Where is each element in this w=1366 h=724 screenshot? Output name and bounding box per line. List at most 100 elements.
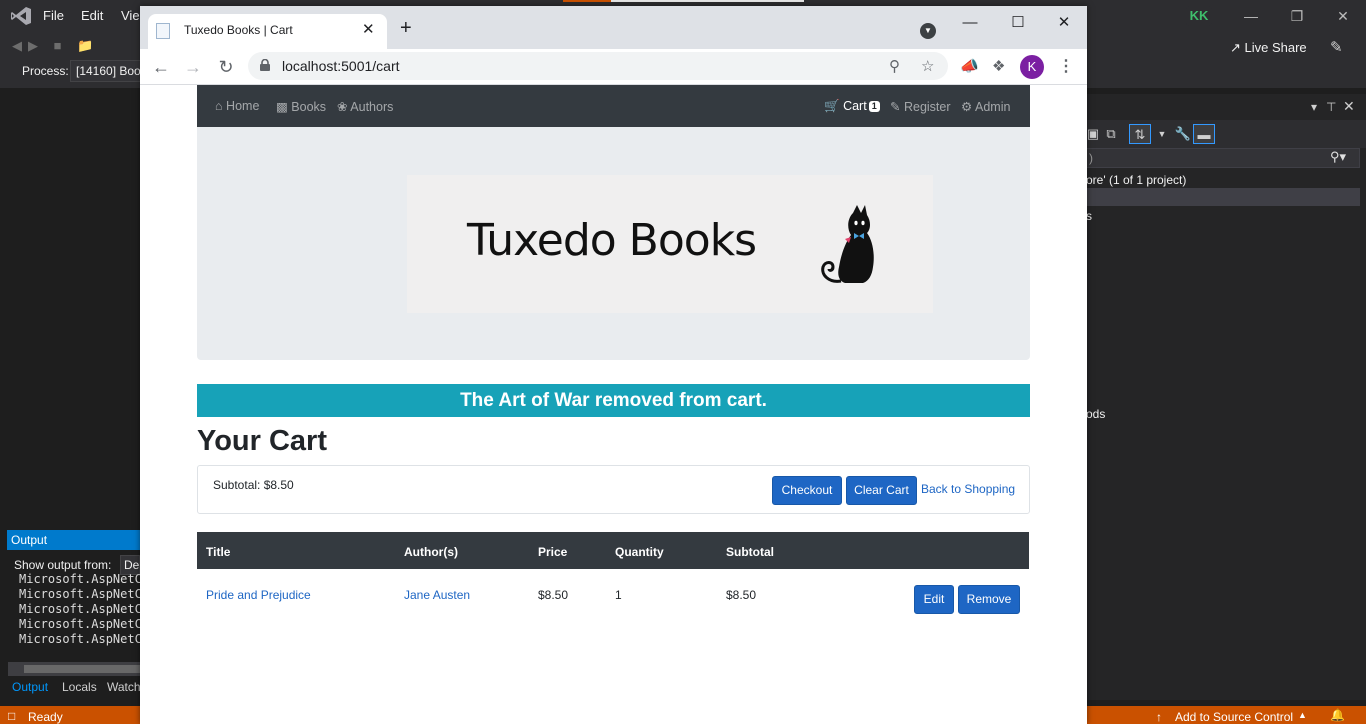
vs-output-title[interactable]: Output bbox=[7, 530, 140, 550]
chevron-down-icon[interactable]: ▼ bbox=[1151, 124, 1173, 144]
vs-process-label: Process: bbox=[22, 64, 69, 78]
vs-search-strip bbox=[611, 0, 804, 2]
search-icon[interactable]: ⚲▾ bbox=[1330, 149, 1346, 165]
nav-cart[interactable]: 🛒 Cart 1 bbox=[824, 99, 880, 114]
cart-alert: The Art of War removed from cart. bbox=[197, 384, 1030, 417]
vs-menu-view[interactable]: Vie bbox=[121, 8, 140, 23]
chevron-up-icon: ▲ bbox=[1298, 710, 1307, 720]
browser-minimize-icon[interactable]: — bbox=[955, 12, 985, 34]
reload-icon[interactable]: ↻ bbox=[214, 55, 238, 79]
cart-icon: 🛒 bbox=[824, 99, 840, 113]
forward-icon[interactable]: → bbox=[181, 55, 205, 79]
vs-solution-item[interactable]: ods bbox=[1086, 407, 1105, 421]
remove-button[interactable]: Remove bbox=[958, 585, 1020, 614]
vs-restore-icon[interactable]: ❐ bbox=[1287, 6, 1307, 26]
nav-authors[interactable]: ❀ Authors bbox=[337, 99, 393, 114]
preview-icon[interactable]: ▬ bbox=[1193, 124, 1215, 144]
tuxedo-cat-icon bbox=[821, 205, 874, 283]
nav-admin[interactable]: ⚙ Admin bbox=[961, 99, 1010, 114]
nav-admin-label: Admin bbox=[975, 100, 1011, 114]
row-subtotal: $8.50 bbox=[726, 588, 757, 602]
cart-count-badge: 1 bbox=[868, 101, 880, 112]
page-title: Your Cart bbox=[197, 425, 327, 457]
vs-live-share-button[interactable]: ↗ Live Share bbox=[1230, 40, 1307, 56]
hero-banner: Tuxedo Books bbox=[197, 127, 1030, 360]
wrench-icon[interactable]: 🔧 bbox=[1172, 124, 1194, 144]
new-tab-icon[interactable]: + bbox=[400, 17, 412, 40]
book-icon: ▩ bbox=[276, 100, 288, 114]
vs-output-line: Microsoft.AspNetC bbox=[19, 602, 140, 616]
notification-icon[interactable]: 🔔 bbox=[1330, 708, 1345, 722]
gear-icon: ⚙ bbox=[961, 100, 973, 114]
column-header-price: Price bbox=[538, 545, 568, 559]
nav-register[interactable]: ✎ Register bbox=[890, 99, 951, 114]
vs-tab-output[interactable]: Output bbox=[12, 680, 48, 694]
column-header-quantity: Quantity bbox=[615, 545, 664, 559]
table-header: Title Author(s) Price Quantity Subtotal bbox=[197, 532, 1029, 569]
vs-tab-locals[interactable]: Locals bbox=[62, 680, 97, 694]
book-title-link[interactable]: Pride and Prejudice bbox=[206, 588, 311, 602]
copy-icon[interactable]: ⧉ bbox=[1100, 124, 1122, 144]
back-to-shopping-link[interactable]: Back to Shopping bbox=[921, 482, 1015, 496]
vs-output-scroll-thumb[interactable] bbox=[24, 665, 140, 673]
extensions-puzzle-icon[interactable]: ❖ bbox=[992, 57, 1005, 75]
vs-solution-search[interactable]: ) bbox=[1086, 148, 1360, 168]
bookmark-star-icon[interactable]: ☆ bbox=[921, 57, 934, 75]
feedback-icon[interactable]: ✎ bbox=[1330, 38, 1343, 56]
cart-summary-card: Subtotal: $8.50 Checkout Clear Cart Back… bbox=[197, 465, 1030, 514]
sync-icon[interactable]: ⇅ bbox=[1129, 124, 1151, 144]
row-price: $8.50 bbox=[538, 588, 569, 602]
nav-register-label: Register bbox=[903, 100, 951, 114]
vs-solution-node[interactable]: ore' (1 of 1 project) bbox=[1086, 173, 1186, 187]
edit-icon: ✎ bbox=[890, 100, 901, 114]
megaphone-extension-icon[interactable]: 📣 bbox=[960, 57, 979, 75]
pin-icon[interactable]: ⊤ bbox=[1326, 100, 1336, 114]
browser-maximize-icon[interactable]: ☐ bbox=[1003, 12, 1033, 34]
lock-icon[interactable] bbox=[260, 59, 270, 71]
vs-add-source-control[interactable]: Add to Source Control bbox=[1175, 710, 1293, 724]
vs-close-icon[interactable]: ✕ bbox=[1333, 6, 1353, 26]
vs-tab-watch[interactable]: Watch bbox=[107, 680, 141, 694]
nav-cart-label: Cart bbox=[843, 99, 867, 113]
vs-menu-edit[interactable]: Edit bbox=[81, 8, 103, 23]
vs-menu-file[interactable]: File bbox=[43, 8, 64, 23]
zoom-icon[interactable]: ⚲ bbox=[889, 57, 900, 75]
vs-account-avatar[interactable]: KK bbox=[1186, 6, 1212, 26]
checkout-button[interactable]: Checkout bbox=[772, 476, 842, 505]
column-header-authors: Author(s) bbox=[404, 545, 458, 559]
vs-process-dropdown[interactable]: [14160] Boo bbox=[70, 60, 150, 82]
row-quantity: 1 bbox=[615, 588, 622, 602]
clear-cart-button[interactable]: Clear Cart bbox=[846, 476, 917, 505]
kebab-menu-icon[interactable]: ⋮ bbox=[1058, 56, 1074, 76]
address-url[interactable]: localhost:5001/cart bbox=[282, 58, 400, 74]
column-header-subtotal: Subtotal bbox=[726, 545, 774, 559]
nav-home[interactable]: ⌂ Home bbox=[215, 99, 259, 113]
dropdown-icon[interactable]: ▾ bbox=[1311, 100, 1317, 114]
back-icon[interactable]: ← bbox=[149, 55, 173, 79]
author-link[interactable]: Jane Austen bbox=[404, 588, 470, 602]
browser-tab-title: Tuxedo Books | Cart bbox=[184, 23, 293, 37]
vs-output-line: Microsoft.AspNetC bbox=[19, 572, 140, 586]
vs-live-share-label: Live Share bbox=[1244, 40, 1307, 55]
column-header-title: Title bbox=[206, 545, 231, 559]
tab-search-icon[interactable]: ▼ bbox=[920, 23, 936, 39]
edit-button[interactable]: Edit bbox=[914, 585, 954, 614]
cart-subtotal: Subtotal: $8.50 bbox=[213, 478, 294, 492]
browser-close-icon[interactable]: ✕ bbox=[1049, 12, 1079, 34]
tab-close-icon[interactable]: ✕ bbox=[362, 20, 375, 38]
home-icon: ⌂ bbox=[215, 99, 223, 113]
vs-toolbar-nav-icons[interactable]: ◀▶ ■ 📁 bbox=[12, 38, 99, 54]
visual-studio-logo-icon bbox=[11, 7, 31, 25]
vs-output-line: Microsoft.AspNetC bbox=[19, 587, 140, 601]
vs-title-accent bbox=[563, 0, 611, 2]
nav-books[interactable]: ▩ Books bbox=[276, 99, 326, 114]
close-icon[interactable]: ✕ bbox=[1343, 98, 1355, 115]
vs-minimize-icon[interactable]: — bbox=[1241, 6, 1261, 26]
vs-solution-selected-row[interactable] bbox=[1086, 188, 1360, 206]
site-logo: Tuxedo Books bbox=[407, 175, 933, 313]
nav-books-label: Books bbox=[291, 100, 327, 114]
logo-wordmark: Tuxedo Books bbox=[467, 215, 757, 266]
nav-authors-label: Authors bbox=[350, 100, 394, 114]
vs-output-line: Microsoft.AspNetC bbox=[19, 617, 140, 631]
profile-avatar[interactable]: K bbox=[1020, 55, 1044, 79]
